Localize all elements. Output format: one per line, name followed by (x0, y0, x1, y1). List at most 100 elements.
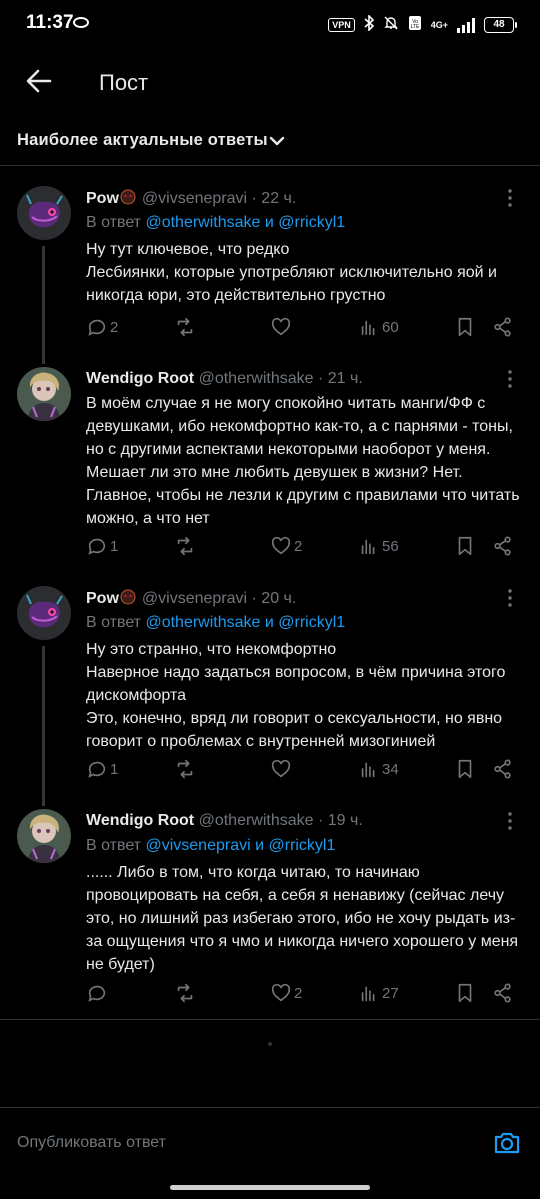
mute-icon (383, 15, 399, 35)
author-name[interactable]: Wendigo Root (86, 370, 194, 387)
reply-to-line: В ответ @otherwithsake и @rrickyl1 (86, 214, 345, 232)
comment-icon (88, 985, 106, 1002)
more-options-icon[interactable] (500, 188, 520, 208)
mention-links[interactable]: @otherwithsake и @rrickyl1 (145, 614, 345, 631)
home-indicator (170, 1185, 370, 1190)
bookmark-button[interactable] (454, 316, 476, 338)
heart-icon (271, 317, 291, 336)
back-arrow-icon[interactable] (24, 66, 54, 96)
repost-button[interactable] (174, 758, 198, 780)
like-button[interactable]: 2 (270, 535, 302, 557)
network-type: 4G+ (430, 20, 448, 30)
post-time: · 20 ч. (251, 590, 297, 607)
avatar[interactable] (17, 367, 71, 421)
reply-prefix: В ответ (86, 837, 142, 854)
views-icon (361, 320, 375, 336)
bookmark-button[interactable] (454, 982, 476, 1004)
page-title: Пост (99, 70, 149, 95)
author-handle[interactable]: @otherwithsake (199, 370, 314, 387)
reply-count: 1 (110, 537, 119, 555)
views-button[interactable]: 56 (358, 535, 399, 557)
share-button[interactable] (492, 982, 514, 1004)
reply-button[interactable]: 2 (86, 316, 118, 338)
post-actions: 2 60 (86, 316, 526, 342)
repost-button[interactable] (174, 316, 198, 338)
vpn-icon: VPN (328, 18, 355, 32)
post-time: · 21 ч. (318, 370, 363, 387)
repost-icon (177, 759, 193, 779)
reply-count: 2 (110, 318, 119, 336)
top-bar: Пост (0, 52, 540, 110)
post-header: Pow @vivsenepravi · 22 ч. (86, 189, 296, 210)
reply-button[interactable]: 1 (86, 758, 118, 780)
share-button[interactable] (492, 535, 514, 557)
avatar[interactable] (17, 809, 71, 863)
bookmark-icon (458, 317, 472, 337)
view-count: 27 (382, 984, 399, 1002)
author-handle[interactable]: @otherwithsake (199, 812, 314, 829)
reply-post[interactable]: Wendigo Root @otherwithsake · 19 ч. В от… (0, 809, 540, 1009)
views-button[interactable]: 34 (358, 758, 399, 780)
post-actions: 1 34 (86, 758, 526, 784)
heart-icon (271, 536, 291, 555)
repost-icon (177, 983, 193, 1003)
reply-count: 1 (110, 760, 119, 778)
reply-button[interactable] (86, 982, 110, 1004)
sort-selector[interactable]: Наиболее актуальные ответы (0, 116, 540, 166)
avatar[interactable] (17, 186, 71, 240)
loading-dot (268, 1042, 272, 1046)
status-ring-icon (73, 17, 89, 28)
more-options-icon[interactable] (500, 811, 520, 831)
post-header: Wendigo Root @otherwithsake · 21 ч. (86, 370, 363, 388)
heart-icon (271, 983, 291, 1002)
mention-links[interactable]: @otherwithsake и @rrickyl1 (145, 214, 345, 231)
thread-line (42, 646, 45, 806)
bookmark-button[interactable] (454, 535, 476, 557)
comment-icon (88, 538, 106, 555)
post-actions: 2 27 (86, 982, 526, 1008)
post-header: Wendigo Root @otherwithsake · 19 ч. (86, 812, 363, 830)
views-icon (361, 539, 375, 555)
author-handle[interactable]: @vivsenepravi (142, 190, 247, 207)
mention-links[interactable]: @vivsenepravi и @rrickyl1 (145, 837, 335, 854)
repost-button[interactable] (174, 982, 198, 1004)
battery-icon: 48 (484, 17, 517, 33)
more-options-icon[interactable] (500, 588, 520, 608)
bluetooth-icon (364, 14, 374, 35)
emoji-icon (120, 189, 136, 210)
volte-icon: Vo LTE (408, 15, 422, 35)
post-text: Ну это странно, что некомфортно Наверное… (86, 641, 506, 750)
author-name[interactable]: Pow (86, 190, 119, 207)
views-button[interactable]: 27 (358, 982, 399, 1004)
author-handle[interactable]: @vivsenepravi (142, 590, 247, 607)
post-text: Ну тут ключевое, что редко Лесбиянки, ко… (86, 241, 497, 304)
like-button[interactable] (270, 758, 294, 780)
share-button[interactable] (492, 758, 514, 780)
post-text: В моём случае я не могу спокойно читать … (86, 395, 520, 527)
camera-icon[interactable] (492, 1128, 522, 1158)
share-button[interactable] (492, 316, 514, 338)
reply-to-line: В ответ @otherwithsake и @rrickyl1 (86, 614, 345, 632)
reply-prefix: В ответ (86, 614, 142, 631)
compose-placeholder[interactable]: Опубликовать ответ (17, 1134, 166, 1152)
avatar[interactable] (17, 586, 71, 640)
reply-post[interactable]: Pow @vivsenepravi · 20 ч. В ответ @otherw… (0, 586, 540, 806)
reply-composer[interactable]: Опубликовать ответ (0, 1107, 540, 1177)
author-name[interactable]: Wendigo Root (86, 812, 194, 829)
like-button[interactable]: 2 (270, 982, 302, 1004)
repost-button[interactable] (174, 535, 198, 557)
post-time: · 19 ч. (318, 812, 363, 829)
author-name[interactable]: Pow (86, 590, 119, 607)
like-button[interactable] (270, 316, 294, 338)
reply-post[interactable]: Wendigo Root @otherwithsake · 21 ч. В мо… (0, 367, 540, 579)
more-options-icon[interactable] (500, 369, 520, 389)
reply-button[interactable]: 1 (86, 535, 118, 557)
view-count: 56 (382, 537, 399, 555)
bookmark-button[interactable] (454, 758, 476, 780)
reply-to-line: В ответ @vivsenepravi и @rrickyl1 (86, 837, 335, 855)
views-button[interactable]: 60 (358, 316, 399, 338)
like-count: 2 (294, 984, 303, 1002)
reply-prefix: В ответ (86, 214, 142, 231)
bookmark-icon (458, 759, 472, 779)
reply-post[interactable]: Pow @vivsenepravi · 22 ч. В ответ @otherw… (0, 186, 540, 364)
